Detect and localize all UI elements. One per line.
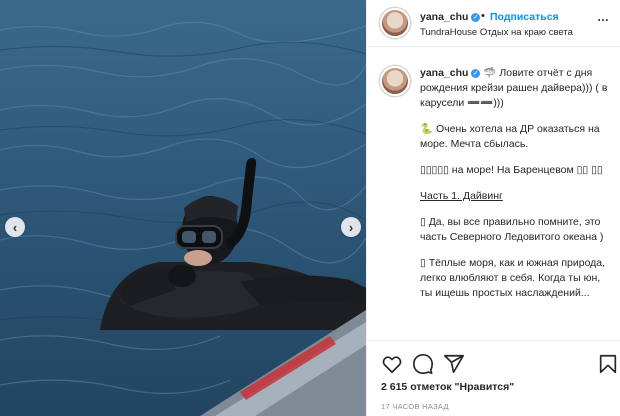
- caption-paragraph: 🐍 Очень хотела на ДР оказаться на море. …: [420, 123, 600, 150]
- heart-icon[interactable]: [381, 353, 403, 375]
- carousel-prev-button[interactable]: ‹: [5, 217, 25, 237]
- follow-button[interactable]: Подписаться: [490, 11, 559, 23]
- username-text: yana_chu: [420, 11, 469, 23]
- likes-count[interactable]: 2 615 отметок "Нравится": [381, 381, 514, 393]
- caption-paragraph: ▯ Тёплые моря, как и южная природа, легк…: [420, 257, 606, 299]
- post-panel: yana_chu ✓ • Подписаться TundraHouse Отды…: [366, 0, 620, 416]
- share-icon[interactable]: [443, 353, 465, 375]
- post-photo: ‹ ›: [0, 0, 366, 416]
- bookmark-icon[interactable]: [597, 353, 619, 375]
- caption-paragraph: ▯▯▯▯▯ на море! На Баренцевом ▯▯ ▯▯: [420, 164, 603, 176]
- comment-icon[interactable]: [412, 353, 434, 375]
- caption-text: yana_chu ✓ 🦈 Ловите отчёт с дня рождения …: [420, 66, 612, 312]
- more-options-icon[interactable]: …: [597, 10, 610, 24]
- diver-image: [0, 0, 366, 416]
- caption-heading: Часть 1. Дайвинг: [420, 190, 503, 202]
- username-link[interactable]: yana_chu ✓: [420, 11, 481, 23]
- carousel-next-button[interactable]: ›: [341, 217, 361, 237]
- verified-icon: ✓: [471, 12, 481, 22]
- actions-bar: 2 615 отметок "Нравится" 17 часов назад: [367, 340, 620, 416]
- post-header: yana_chu ✓ • Подписаться TundraHouse Отды…: [367, 0, 620, 47]
- location-link[interactable]: TundraHouse Отдых на краю света: [420, 27, 573, 38]
- verified-icon: ✓: [471, 68, 481, 78]
- caption-paragraph: ▯ Да, вы все правильно помните, это част…: [420, 216, 604, 243]
- post-timestamp[interactable]: 17 часов назад: [381, 402, 449, 411]
- avatar[interactable]: [380, 8, 410, 38]
- caption-username[interactable]: yana_chu: [420, 67, 468, 79]
- caption-avatar[interactable]: [380, 66, 410, 96]
- separator-dot: •: [481, 10, 485, 22]
- caption-area: yana_chu ✓ 🦈 Ловите отчёт с дня рождения …: [367, 48, 620, 340]
